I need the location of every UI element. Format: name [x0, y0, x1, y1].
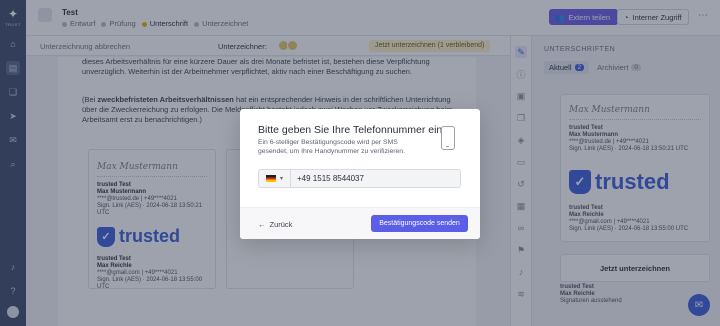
- phone-verification-dialog: Bitte geben Sie Ihre Telefonnummer ein E…: [240, 109, 480, 239]
- phone-number-input[interactable]: +49 1515 8544037: [297, 174, 364, 183]
- arrow-left-icon: ←: [258, 220, 266, 229]
- back-button[interactable]: ← Zurück: [258, 220, 292, 229]
- send-code-button[interactable]: Bestätigungscode senden: [371, 215, 468, 232]
- germany-flag-icon: [265, 175, 276, 182]
- phone-number-field[interactable]: ▾ +49 1515 8544037: [258, 169, 461, 188]
- dialog-description: Ein 6-stelliger Bestätigungscode wird pe…: [258, 139, 405, 155]
- dialog-footer: ← Zurück Bestätigungscode senden: [240, 207, 480, 239]
- chevron-down-icon: ▾: [279, 176, 283, 182]
- dialog-title: Bitte geben Sie Ihre Telefonnummer ein: [258, 124, 443, 136]
- country-code-select[interactable]: ▾: [259, 170, 291, 187]
- smartphone-icon: [441, 126, 455, 150]
